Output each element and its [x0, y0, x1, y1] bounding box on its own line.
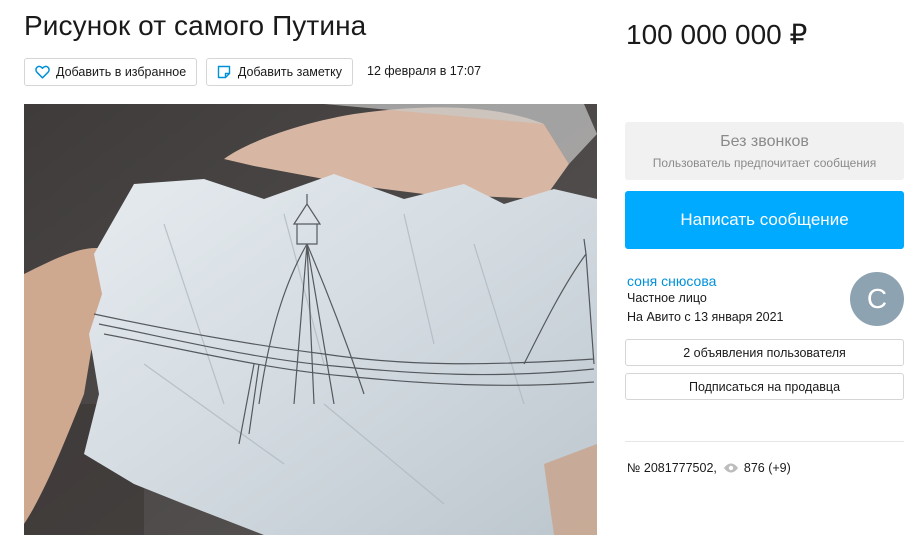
seller-since: На Авито с 13 января 2021	[627, 310, 784, 324]
views-count: 876 (+9)	[743, 461, 791, 475]
listing-photo[interactable]	[24, 104, 597, 535]
heart-icon	[35, 64, 50, 80]
listing-price: 100 000 000 ₽	[626, 19, 808, 50]
listing-number: № 2081777502,	[627, 461, 717, 475]
seller-type: Частное лицо	[627, 291, 707, 305]
add-to-favorites-button[interactable]: Добавить в избранное	[24, 58, 197, 86]
listing-meta: № 2081777502, 876 (+9)	[627, 461, 791, 475]
listing-title: Рисунок от самого Путина	[24, 10, 367, 41]
seller-ads-button[interactable]: 2 объявления пользователя	[625, 339, 904, 366]
no-calls-subtitle: Пользователь предпочитает сообщения	[652, 156, 877, 170]
no-calls-title: Без звонков	[720, 133, 809, 150]
seller-name-link[interactable]: соня снюсова	[627, 273, 716, 289]
add-note-button[interactable]: Добавить заметку	[206, 58, 353, 86]
subscribe-seller-button[interactable]: Подписаться на продавца	[625, 373, 904, 400]
divider	[625, 441, 904, 442]
add-to-favorites-label: Добавить в избранное	[56, 65, 187, 79]
listing-date: 12 февраля в 17:07	[367, 64, 482, 78]
note-icon	[217, 64, 232, 80]
drawing-photo-image	[24, 104, 597, 535]
write-message-button[interactable]: Написать сообщение	[625, 191, 904, 249]
no-calls-notice: Без звонков Пользователь предпочитает со…	[625, 122, 904, 180]
add-note-label: Добавить заметку	[237, 65, 342, 79]
seller-avatar[interactable]: С	[850, 272, 904, 326]
eye-icon	[723, 463, 739, 473]
